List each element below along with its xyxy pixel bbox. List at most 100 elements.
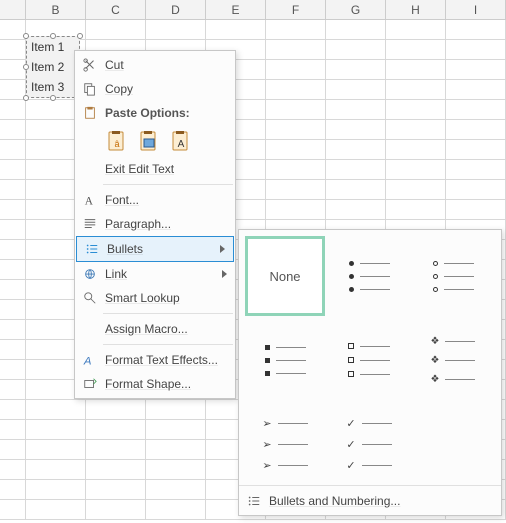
cell[interactable] bbox=[446, 200, 506, 220]
cell[interactable] bbox=[0, 400, 26, 420]
cell[interactable] bbox=[26, 460, 86, 480]
cell[interactable] bbox=[386, 180, 446, 200]
cell[interactable] bbox=[26, 500, 86, 520]
cell[interactable] bbox=[26, 440, 86, 460]
bullet-option-square[interactable] bbox=[245, 320, 325, 400]
cell[interactable] bbox=[326, 80, 386, 100]
cell[interactable] bbox=[0, 100, 26, 120]
cell[interactable] bbox=[266, 180, 326, 200]
cell[interactable] bbox=[386, 80, 446, 100]
resize-handle[interactable] bbox=[50, 95, 56, 101]
cell[interactable] bbox=[0, 20, 26, 40]
cell[interactable] bbox=[266, 160, 326, 180]
cell[interactable] bbox=[446, 100, 506, 120]
cell[interactable] bbox=[0, 340, 26, 360]
cell[interactable] bbox=[86, 480, 146, 500]
bullet-option-none[interactable]: None bbox=[245, 236, 325, 316]
menu-bullets[interactable]: Bullets bbox=[76, 236, 234, 262]
cell[interactable] bbox=[386, 60, 446, 80]
cell[interactable] bbox=[386, 160, 446, 180]
cell[interactable] bbox=[446, 20, 506, 40]
cell[interactable] bbox=[0, 260, 26, 280]
col-header[interactable]: D bbox=[146, 0, 206, 19]
paste-option-text-only[interactable]: A bbox=[169, 129, 193, 153]
cell[interactable] bbox=[386, 20, 446, 40]
cell[interactable] bbox=[0, 320, 26, 340]
text-shape[interactable]: Item 1 Item 2 Item 3 bbox=[26, 36, 80, 98]
cell[interactable] bbox=[86, 440, 146, 460]
resize-handle[interactable] bbox=[77, 33, 83, 39]
cell[interactable] bbox=[446, 140, 506, 160]
menu-link[interactable]: Link bbox=[75, 262, 235, 286]
cell[interactable] bbox=[86, 500, 146, 520]
resize-handle[interactable] bbox=[23, 64, 29, 70]
paste-option-keep-source[interactable]: â bbox=[105, 129, 129, 153]
col-header[interactable]: E bbox=[206, 0, 266, 19]
menu-exit-edit-text[interactable]: Exit Edit Text bbox=[75, 157, 235, 181]
cell[interactable] bbox=[0, 480, 26, 500]
menu-copy[interactable]: Copy bbox=[75, 77, 235, 101]
cell[interactable] bbox=[326, 120, 386, 140]
cell[interactable] bbox=[0, 500, 26, 520]
cell[interactable] bbox=[0, 380, 26, 400]
cell[interactable] bbox=[0, 40, 26, 60]
menu-format-shape[interactable]: Format Shape... bbox=[75, 372, 235, 396]
menu-cut[interactable]: Cut bbox=[75, 53, 235, 77]
cell[interactable] bbox=[26, 400, 86, 420]
cell[interactable] bbox=[326, 100, 386, 120]
cell[interactable] bbox=[86, 420, 146, 440]
col-header[interactable]: H bbox=[386, 0, 446, 19]
bullets-and-numbering[interactable]: Bullets and Numbering... bbox=[239, 485, 501, 515]
bullet-option-hollow-square[interactable] bbox=[329, 320, 409, 400]
resize-handle[interactable] bbox=[23, 95, 29, 101]
cell[interactable] bbox=[326, 140, 386, 160]
cell[interactable] bbox=[146, 440, 206, 460]
cell[interactable] bbox=[446, 60, 506, 80]
cell[interactable] bbox=[266, 120, 326, 140]
cell[interactable] bbox=[0, 220, 26, 240]
col-header[interactable]: G bbox=[326, 0, 386, 19]
cell[interactable] bbox=[0, 460, 26, 480]
cell[interactable] bbox=[86, 460, 146, 480]
cell[interactable] bbox=[86, 20, 146, 40]
cell[interactable] bbox=[446, 160, 506, 180]
bullet-option-circle[interactable] bbox=[413, 236, 493, 316]
col-header[interactable]: F bbox=[266, 0, 326, 19]
cell[interactable] bbox=[266, 140, 326, 160]
cell[interactable] bbox=[386, 200, 446, 220]
cell[interactable] bbox=[326, 40, 386, 60]
bullet-option-empty[interactable] bbox=[413, 404, 493, 484]
cell[interactable] bbox=[386, 140, 446, 160]
bullet-option-disc[interactable] bbox=[329, 236, 409, 316]
cell[interactable] bbox=[266, 200, 326, 220]
cell[interactable] bbox=[0, 360, 26, 380]
cell[interactable] bbox=[266, 80, 326, 100]
cell[interactable] bbox=[0, 140, 26, 160]
bullet-option-diamond[interactable]: ❖ ❖ ❖ bbox=[413, 320, 493, 400]
cell[interactable] bbox=[0, 120, 26, 140]
cell[interactable] bbox=[146, 460, 206, 480]
menu-format-text-effects[interactable]: A Format Text Effects... bbox=[75, 348, 235, 372]
cell[interactable] bbox=[0, 180, 26, 200]
col-header[interactable]: B bbox=[26, 0, 86, 19]
resize-handle[interactable] bbox=[50, 33, 56, 39]
cell[interactable] bbox=[326, 20, 386, 40]
cell[interactable] bbox=[146, 500, 206, 520]
paste-option-picture[interactable] bbox=[137, 129, 161, 153]
col-header[interactable]: C bbox=[86, 0, 146, 19]
cell[interactable] bbox=[326, 180, 386, 200]
cell[interactable] bbox=[146, 20, 206, 40]
cell[interactable] bbox=[26, 480, 86, 500]
cell[interactable] bbox=[0, 420, 26, 440]
col-header[interactable]: I bbox=[446, 0, 506, 19]
cell[interactable] bbox=[266, 60, 326, 80]
cell[interactable] bbox=[146, 420, 206, 440]
menu-paragraph[interactable]: Paragraph... bbox=[75, 212, 235, 236]
menu-font[interactable]: A Font... bbox=[75, 188, 235, 212]
cell[interactable] bbox=[326, 160, 386, 180]
cell[interactable] bbox=[0, 440, 26, 460]
cell[interactable] bbox=[266, 40, 326, 60]
cell[interactable] bbox=[146, 400, 206, 420]
cell[interactable] bbox=[446, 180, 506, 200]
bullet-option-arrow[interactable]: ➢ ➢ ➢ bbox=[245, 404, 325, 484]
